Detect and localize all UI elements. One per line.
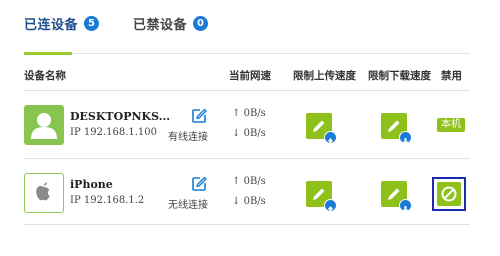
connection-type: 无线连接 — [168, 200, 208, 211]
connected-count-badge: 5 — [84, 16, 100, 31]
header-ban: 禁用 — [441, 70, 462, 82]
download-limit-button[interactable] — [381, 113, 412, 145]
block-icon — [441, 186, 457, 202]
tab-banned-devices[interactable]: 已禁设备 0 — [133, 14, 209, 33]
upload-speed-value: 0B/s — [243, 176, 266, 187]
pencil-icon — [388, 120, 400, 132]
this-device-badge: 本机 — [437, 118, 465, 132]
upload-limit-button[interactable] — [306, 181, 337, 213]
tab-banned-label: 已禁设备 — [133, 18, 188, 33]
table-header: 设备名称 当前网速 限制上传速度 限制下载速度 禁用 — [0, 68, 500, 82]
table-row: iPhone IP 192.168.1.2 无线连接 ↑ 0B/s ↓ 0B/s — [0, 160, 500, 226]
header-divider — [24, 90, 470, 91]
download-speed-value: 0B/s — [243, 128, 266, 139]
device-ip: IP 192.168.1.100 — [70, 127, 158, 138]
ban-button-focus-ring[interactable] — [432, 177, 466, 211]
edit-icon[interactable] — [191, 176, 207, 192]
download-speed: ↓ 0B/s — [232, 128, 266, 139]
download-speed: ↓ 0B/s — [232, 196, 266, 207]
tab-connected-devices[interactable]: 已连设备 5 — [24, 14, 100, 33]
tab-divider — [24, 53, 470, 54]
upload-speed: ↑ 0B/s — [232, 108, 266, 119]
device-tabs: 已连设备 5 已禁设备 0 — [0, 0, 500, 58]
upload-speed: ↑ 0B/s — [232, 176, 266, 187]
pencil-icon — [313, 120, 325, 132]
download-arrow-icon — [399, 199, 412, 213]
device-ip: IP 192.168.1.2 — [70, 195, 145, 206]
user-silhouette-icon — [24, 105, 64, 145]
ban-button[interactable] — [437, 182, 461, 206]
edit-icon[interactable] — [191, 108, 207, 124]
header-device-name: 设备名称 — [24, 70, 66, 82]
pencil-icon — [388, 188, 400, 200]
download-arrow-icon — [399, 131, 412, 145]
device-name: DESKTOPNKS... — [70, 110, 171, 123]
connection-type: 有线连接 — [168, 132, 208, 143]
arrow-down-icon: ↓ — [232, 128, 241, 139]
download-limit-button[interactable] — [381, 181, 412, 213]
tab-connected-label: 已连设备 — [24, 18, 79, 33]
header-download-limit: 限制下载速度 — [368, 70, 431, 82]
row-divider — [24, 224, 470, 225]
arrow-up-icon: ↑ — [232, 176, 241, 187]
apple-icon — [24, 173, 64, 213]
arrow-up-icon: ↑ — [232, 108, 241, 119]
upload-speed-value: 0B/s — [243, 108, 266, 119]
header-upload-limit: 限制上传速度 — [293, 70, 356, 82]
table-row: DESKTOPNKS... IP 192.168.1.100 有线连接 ↑ 0B… — [0, 92, 500, 158]
active-tab-indicator — [24, 52, 72, 55]
upload-arrow-icon — [324, 131, 337, 145]
header-current-speed: 当前网速 — [229, 70, 271, 82]
download-speed-value: 0B/s — [243, 196, 266, 207]
upload-limit-button[interactable] — [306, 113, 337, 145]
upload-arrow-icon — [324, 199, 337, 213]
pencil-icon — [313, 188, 325, 200]
device-name: iPhone — [70, 178, 113, 191]
row-divider — [24, 158, 470, 159]
arrow-down-icon: ↓ — [232, 196, 241, 207]
banned-count-badge: 0 — [193, 16, 209, 31]
